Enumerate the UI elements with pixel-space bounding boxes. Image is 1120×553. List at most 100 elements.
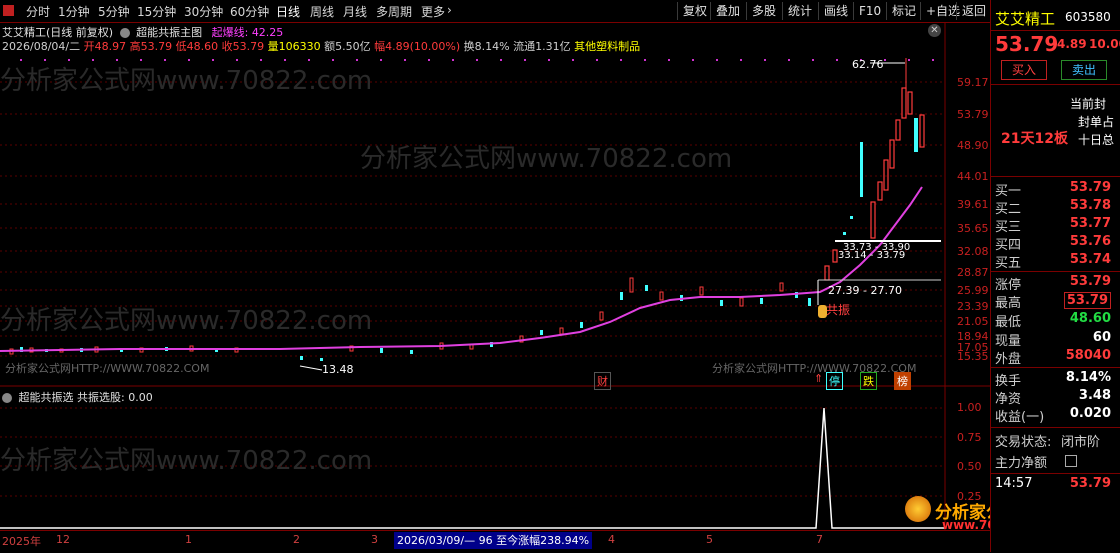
price-tick: 32.08 — [957, 245, 989, 258]
date-tick: 5 — [706, 533, 713, 546]
logo-icon — [905, 496, 931, 522]
low-annotation: 13.48 — [322, 363, 354, 376]
divider — [991, 84, 1120, 85]
settings-dot-icon[interactable] — [2, 393, 12, 403]
stat-row: 换手 8.14% — [995, 370, 1115, 389]
price-tick: 44.01 — [957, 170, 989, 183]
date-tick: 3 — [371, 533, 378, 546]
stat-row: 收益(一) 0.020 — [995, 406, 1115, 425]
stat-label: 外盘 — [995, 352, 1022, 367]
bid-row-4: 买四 53.76 — [995, 234, 1115, 253]
stat-label: 收益(一) — [995, 410, 1045, 425]
trade-status-label: 交易状态: — [995, 435, 1052, 450]
price-tick: 59.17 — [957, 76, 989, 89]
sell-button[interactable]: 卖出 — [1061, 60, 1107, 80]
sub-tick: 1.00 — [957, 401, 982, 414]
stat-label: 现量 — [995, 334, 1022, 349]
bid-row-2: 买二 53.78 — [995, 198, 1115, 217]
price-tick: 48.90 — [957, 139, 989, 152]
tick-row: 14:57 53.79 — [995, 476, 1115, 494]
bid-value: 53.78 — [1069, 198, 1111, 213]
stat-value: 3.48 — [1078, 388, 1111, 403]
watermark: 分析家公式网www.70822.com — [0, 306, 373, 336]
bid-label: 买三 — [995, 220, 1022, 235]
bid-value: 53.76 — [1069, 234, 1111, 249]
divider — [991, 271, 1120, 272]
subchart-param-label: 共振选股: — [77, 391, 125, 404]
bid-row-1: 买一 53.79 — [995, 180, 1115, 199]
limit-note: 当前封 — [1070, 97, 1107, 111]
stat-row: 现量 60 — [995, 330, 1115, 349]
main-flow-row: 主力净额 — [995, 452, 1115, 471]
stat-row: 最高 53.79 — [995, 292, 1115, 311]
hand-pointer-icon — [818, 305, 827, 318]
bid-value: 53.79 — [1069, 180, 1111, 195]
bid-row-3: 买三 53.77 — [995, 216, 1115, 235]
price-tick: 21.05 — [957, 315, 989, 328]
divider — [991, 30, 1120, 31]
range-info-badge: 2026/03/09/— 96 至今涨幅238.94% — [394, 532, 593, 549]
bid-value: 53.77 — [1069, 216, 1111, 231]
stat-row: 外盘 58040 — [995, 348, 1115, 367]
stat-value: 53.79 — [1063, 292, 1111, 309]
stock-code: 603580 — [1065, 10, 1111, 24]
trade-status-value: 闭市阶 — [1061, 435, 1101, 450]
subchart-param-value: 0.00 — [128, 391, 153, 404]
stat-label: 涨停 — [995, 278, 1022, 293]
current-price: 53.79 — [995, 32, 1059, 56]
halt-badge[interactable]: 停 — [826, 372, 843, 390]
date-tick: 1 — [185, 533, 192, 546]
date-tick: 2025年 — [2, 535, 41, 548]
price-change: 4.89 — [1057, 37, 1087, 51]
subchart-header: 超能共振选 共振选股: 0.00 — [2, 389, 153, 405]
divider — [991, 367, 1120, 368]
date-tick: 12 — [56, 533, 70, 546]
price-tick: 28.87 — [957, 266, 989, 279]
date-axis: 2025年 12 1 2 3 2026/03/09/— 96 至今涨幅238.9… — [0, 530, 990, 553]
drop-badge[interactable]: 跌 — [860, 372, 877, 390]
stat-label: 净资 — [995, 392, 1022, 407]
high-annotation: 62.76 — [852, 58, 884, 71]
stat-value: 53.79 — [1069, 274, 1111, 289]
bid-row-5: 买五 53.74 — [995, 252, 1115, 271]
watermark: 分析家公式网www.70822.com — [0, 66, 373, 96]
stat-value: 8.14% — [1065, 370, 1111, 385]
date-tick: 7 — [816, 533, 823, 546]
price-change-pct: 10.00 — [1089, 37, 1120, 51]
bid-value: 53.74 — [1069, 252, 1111, 267]
stat-value: 0.020 — [1069, 406, 1111, 421]
date-tick: 4 — [608, 533, 615, 546]
tick-price: 53.79 — [1069, 476, 1111, 491]
buy-button[interactable]: 买入 — [1001, 60, 1047, 80]
price-tick: 25.99 — [957, 284, 989, 297]
watermark-small: 分析家公式网HTTP://WWW.70822.COM — [5, 362, 210, 375]
price-tick: 35.65 — [957, 222, 989, 235]
watermark: 分析家公式网www.70822.com — [0, 446, 373, 476]
streak-label: 21天12板 — [1001, 131, 1068, 147]
stat-value: 58040 — [1065, 348, 1111, 363]
trade-status-row: 交易状态: 闭市阶 — [995, 431, 1115, 450]
ranking-badge[interactable]: 榜 — [894, 372, 911, 390]
divider — [991, 473, 1120, 474]
stat-label: 换手 — [995, 374, 1022, 389]
list-icon[interactable] — [1065, 455, 1077, 467]
divider — [991, 176, 1120, 177]
main-flow-label: 主力净额 — [995, 456, 1048, 471]
quote-panel: 艾艾精工 603580 53.79 4.89 10.00 买入 卖出 当前封 封… — [990, 0, 1120, 552]
divider — [991, 427, 1120, 428]
finance-badge[interactable]: 财 — [594, 372, 611, 390]
price-tick: 15.35 — [957, 350, 989, 363]
stat-row: 净资 3.48 — [995, 388, 1115, 407]
sub-tick: 0.75 — [957, 431, 982, 444]
limit-note: 十日总 — [1078, 133, 1115, 147]
stat-row: 最低 48.60 — [995, 311, 1115, 330]
bid-label: 买一 — [995, 184, 1022, 199]
price-tick: 39.61 — [957, 198, 989, 211]
bid-label: 买五 — [995, 256, 1022, 271]
date-tick: 2 — [293, 533, 300, 546]
watermark: 分析家公式网www.70822.com — [360, 144, 733, 174]
bid-label: 买四 — [995, 238, 1022, 253]
subchart-name[interactable]: 超能共振选 — [19, 391, 74, 404]
price-tick: 23.39 — [957, 300, 989, 313]
stat-value: 60 — [1092, 330, 1111, 345]
